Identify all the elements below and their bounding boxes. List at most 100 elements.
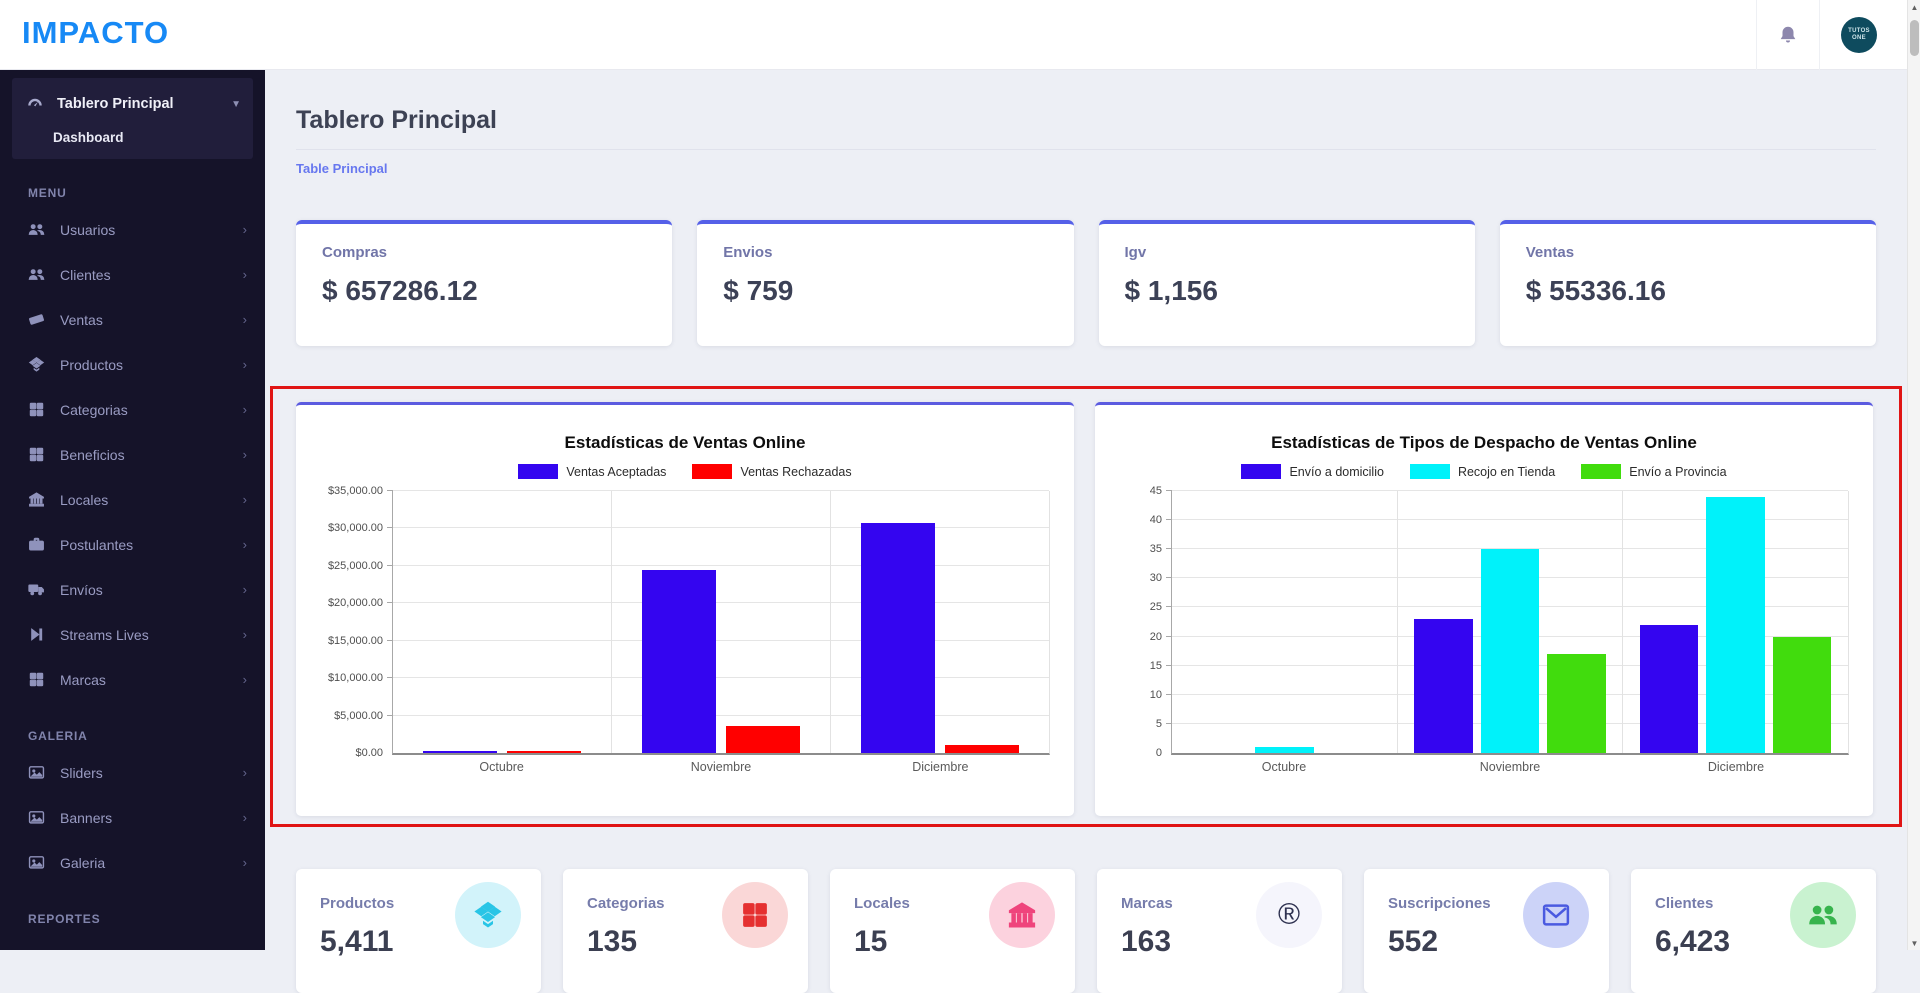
- sidebar-item-productos[interactable]: Productos›: [0, 342, 265, 387]
- bar-group: [393, 491, 611, 753]
- scroll-down-arrow[interactable]: ▼: [1908, 936, 1920, 950]
- play-skip-icon: [28, 626, 45, 643]
- stat-card-value: $ 759: [723, 275, 1047, 307]
- bar-group: [1622, 491, 1848, 753]
- sidebar-item-ventas[interactable]: Ventas›: [0, 297, 265, 342]
- stat-card-label: Igv: [1125, 244, 1449, 261]
- chevron-right-icon: ›: [243, 627, 247, 642]
- sidebar-item-label: Beneficios: [60, 447, 243, 463]
- sidebar-item-beneficios[interactable]: Beneficios›: [0, 432, 265, 477]
- summary-card-suscripciones: Suscripciones552: [1364, 869, 1609, 993]
- bar-group: [830, 491, 1049, 753]
- scroll-up-arrow[interactable]: ▲: [1908, 0, 1920, 14]
- envelope-icon: [1541, 900, 1571, 930]
- bar-octubre: [423, 751, 497, 753]
- legend-item[interactable]: Envío a domicilio: [1241, 464, 1384, 479]
- chart-title: Estadísticas de Ventas Online: [296, 433, 1074, 453]
- chevron-right-icon: ›: [243, 492, 247, 507]
- chevron-right-icon: ›: [243, 402, 247, 417]
- bar-noviembre: [1414, 619, 1472, 753]
- y-axis-tick-label: $25,000.00: [328, 560, 383, 572]
- bank-icon: [1007, 900, 1037, 930]
- stat-card-value: $ 55336.16: [1526, 275, 1850, 307]
- stat-card-value: $ 657286.12: [322, 275, 646, 307]
- stat-card-ventas: Ventas$ 55336.16: [1500, 220, 1876, 346]
- sidebar-item-banners[interactable]: Banners›: [0, 795, 265, 840]
- legend-item[interactable]: Envío a Provincia: [1581, 464, 1726, 479]
- bar-noviembre: [1481, 549, 1539, 753]
- bar-octubre: [1255, 747, 1313, 753]
- summary-card-marcas: Marcas163®: [1097, 869, 1342, 993]
- grid-icon: [28, 671, 45, 688]
- summary-cards-row: Productos5,411Categorias135Locales15Marc…: [296, 869, 1876, 993]
- bar-noviembre: [726, 726, 800, 753]
- breadcrumb-link[interactable]: Table Principal: [296, 161, 388, 176]
- sidebar-item-label: Banners: [60, 810, 243, 826]
- sidebar-item-label: Envíos: [60, 582, 243, 598]
- sidebar-item-tablero-principal[interactable]: Tablero Principal ▼ Dashboard: [12, 78, 253, 159]
- stat-card-label: Compras: [322, 244, 646, 261]
- summary-card-clientes: Clientes6,423: [1631, 869, 1876, 993]
- y-axis-tick-label: $5,000.00: [334, 710, 383, 722]
- x-axis-label: Diciembre: [831, 760, 1050, 774]
- sidebar-item-sliders[interactable]: Sliders›: [0, 750, 265, 795]
- summary-card-productos: Productos5,411: [296, 869, 541, 993]
- y-axis-tick-label: $30,000.00: [328, 522, 383, 534]
- sidebar-item-label: Postulantes: [60, 537, 243, 553]
- x-axis-label: Noviembre: [611, 760, 830, 774]
- y-axis-tick-label: 25: [1150, 601, 1162, 613]
- legend-label: Ventas Aceptadas: [566, 465, 666, 479]
- scrollbar-thumb[interactable]: [1910, 20, 1919, 56]
- sidebar-item-envíos[interactable]: Envíos›: [0, 567, 265, 612]
- summary-card-locales: Locales15: [830, 869, 1075, 993]
- bar-diciembre: [1773, 637, 1831, 753]
- sidebar-item-categorias[interactable]: Categorias›: [0, 387, 265, 432]
- stat-card-igv: Igv $ 1,156: [1099, 220, 1475, 346]
- notifications-button[interactable]: [1757, 0, 1819, 70]
- sidebar-item-galeria[interactable]: Galeria›: [0, 840, 265, 885]
- gauge-icon: [26, 95, 44, 113]
- bar-group: [1397, 491, 1623, 753]
- truck-icon: [28, 581, 45, 598]
- chart-title: Estadísticas de Tipos de Despacho de Ven…: [1095, 433, 1873, 453]
- legend-item[interactable]: Recojo en Tienda: [1410, 464, 1555, 479]
- plot-area: $0.00$5,000.00$10,000.00$15,000.00$20,00…: [392, 491, 1050, 755]
- sidebar-item-streams-lives[interactable]: Streams Lives›: [0, 612, 265, 657]
- summary-card-icon-circle: [1523, 882, 1589, 948]
- summary-card-icon-circle: ®: [1256, 882, 1322, 948]
- y-axis-tick-label: $10,000.00: [328, 672, 383, 684]
- plot-area: 051015202530354045: [1171, 491, 1849, 755]
- grid-icon: [740, 900, 770, 930]
- vertical-scrollbar[interactable]: ▲ ▼: [1907, 0, 1920, 950]
- ticket-icon: [28, 311, 45, 328]
- sidebar-item-clientes[interactable]: Clientes›: [0, 252, 265, 297]
- image-icon: [28, 854, 45, 871]
- stats-row: Compras$ 657286.12Envios$ 759Igv$ 1,156V…: [296, 220, 1876, 346]
- user-menu-button[interactable]: TUTOS ONE: [1820, 0, 1898, 70]
- y-axis-tick-label: 20: [1150, 631, 1162, 643]
- users-icon: [28, 266, 45, 283]
- chart-tipos-despacho: Estadísticas de Tipos de Despacho de Ven…: [1095, 402, 1873, 816]
- chevron-right-icon: ›: [243, 672, 247, 687]
- sidebar-item-dashboard[interactable]: Dashboard: [26, 120, 241, 147]
- grid-icon: [28, 401, 45, 418]
- chevron-right-icon: ›: [243, 855, 247, 870]
- stat-card-value: $ 1,156: [1125, 275, 1449, 307]
- x-axis-label: Diciembre: [1623, 760, 1849, 774]
- y-axis-tick-label: $15,000.00: [328, 635, 383, 647]
- users-icon: [28, 221, 45, 238]
- legend-item[interactable]: Ventas Aceptadas: [518, 464, 666, 479]
- legend-item[interactable]: Ventas Rechazadas: [692, 464, 851, 479]
- sidebar-item-locales[interactable]: Locales›: [0, 477, 265, 522]
- bar-noviembre: [1547, 654, 1605, 753]
- sidebar-section-label: GALERIA: [0, 726, 265, 746]
- page-title: Tablero Principal: [296, 106, 1876, 135]
- sidebar-item-usuarios[interactable]: Usuarios›: [0, 207, 265, 252]
- chart-legend: Ventas Aceptadas Ventas Rechazadas: [296, 464, 1074, 479]
- dropbox-icon: [473, 900, 503, 930]
- sidebar-item-postulantes[interactable]: Postulantes›: [0, 522, 265, 567]
- bar-noviembre: [642, 570, 716, 753]
- legend-swatch: [1410, 464, 1450, 479]
- sidebar-item-marcas[interactable]: Marcas›: [0, 657, 265, 702]
- highlight-rectangle: Estadísticas de Ventas Online Ventas Ace…: [270, 386, 1902, 827]
